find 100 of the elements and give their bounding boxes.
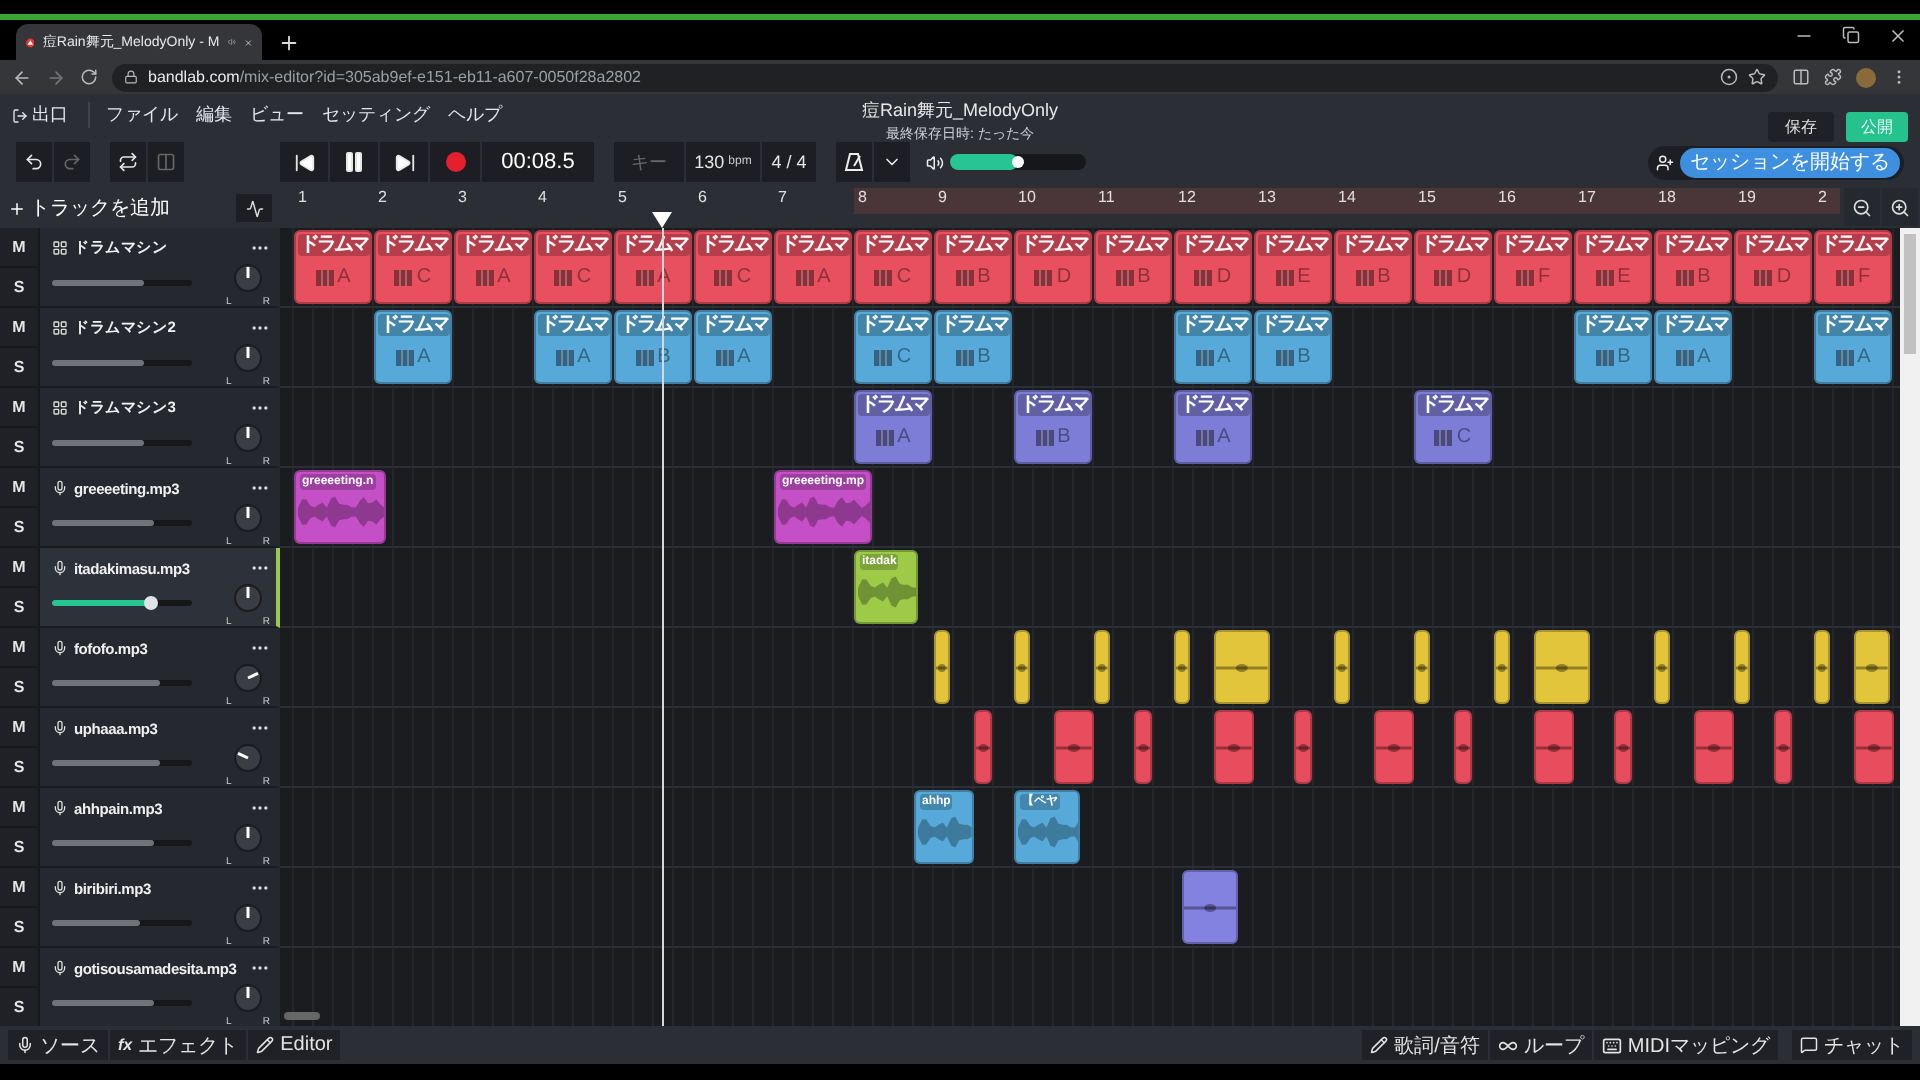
drum-pattern-clip[interactable]: ドラムマ B: [934, 310, 1012, 384]
mute-button[interactable]: M: [0, 948, 38, 988]
volume-slider[interactable]: [52, 760, 192, 766]
pan-knob[interactable]: [232, 982, 264, 1014]
menu-item[interactable]: セッティング: [322, 102, 430, 128]
zoom-in-button[interactable]: [1882, 188, 1918, 226]
mute-button[interactable]: M: [0, 468, 38, 508]
drum-pattern-clip[interactable]: ドラムマ F: [1494, 230, 1572, 304]
mute-button[interactable]: M: [0, 388, 38, 428]
drum-pattern-clip[interactable]: ドラムマ B: [1014, 390, 1092, 464]
drum-pattern-clip[interactable]: ドラムマ B: [1334, 230, 1412, 304]
audio-clip[interactable]: [1854, 630, 1890, 704]
mute-button[interactable]: M: [0, 868, 38, 908]
tool-button[interactable]: MIDIマッピング: [1593, 1030, 1778, 1060]
reload-icon[interactable]: [80, 68, 98, 86]
zoom-out-button[interactable]: [1844, 188, 1880, 226]
mute-button[interactable]: M: [0, 308, 38, 348]
panel-tab[interactable]: ソース: [8, 1030, 108, 1060]
scrollbar[interactable]: [284, 1012, 320, 1020]
drum-pattern-clip[interactable]: ドラムマ A: [774, 230, 852, 304]
puzzle-icon[interactable]: [1824, 68, 1842, 86]
mute-button[interactable]: M: [0, 228, 38, 268]
tool-button[interactable]: 歌詞/音符: [1362, 1030, 1488, 1060]
drum-pattern-clip[interactable]: ドラムマ B: [1094, 230, 1172, 304]
undo-button[interactable]: [16, 142, 52, 182]
mute-button[interactable]: M: [0, 708, 38, 748]
drum-pattern-clip[interactable]: ドラムマ A: [694, 310, 772, 384]
volume-slider[interactable]: [52, 840, 192, 846]
pan-knob[interactable]: [232, 422, 264, 454]
metronome-button[interactable]: [836, 142, 872, 182]
tool-button[interactable]: ループ: [1489, 1030, 1592, 1060]
loop-button[interactable]: [110, 142, 146, 182]
drum-pattern-clip[interactable]: ドラムマ C: [694, 230, 772, 304]
pan-knob[interactable]: [232, 902, 264, 934]
bookmark-icon[interactable]: [1748, 68, 1766, 86]
audio-clip[interactable]: [1494, 630, 1510, 704]
drum-pattern-clip[interactable]: ドラムマ B: [1574, 310, 1652, 384]
add-user-icon[interactable]: [1656, 153, 1674, 171]
drum-pattern-clip[interactable]: ドラムマ D: [1414, 230, 1492, 304]
drum-pattern-clip[interactable]: ドラムマ F: [1814, 230, 1892, 304]
master-volume-slider[interactable]: [950, 154, 1086, 170]
exit-button[interactable]: 出口: [12, 102, 90, 128]
speaker-icon[interactable]: [227, 34, 236, 50]
audio-clip[interactable]: [1414, 630, 1430, 704]
record-button[interactable]: [430, 142, 480, 182]
drum-pattern-clip[interactable]: ドラムマ C: [534, 230, 612, 304]
mute-button[interactable]: M: [0, 628, 38, 668]
audio-clip[interactable]: [1094, 630, 1110, 704]
pan-knob[interactable]: [232, 742, 264, 774]
target-icon[interactable]: [1720, 68, 1738, 86]
volume-slider[interactable]: [52, 520, 192, 526]
drum-pattern-clip[interactable]: ドラムマ A: [294, 230, 372, 304]
audio-clip[interactable]: [1734, 630, 1750, 704]
volume-slider[interactable]: [52, 280, 192, 286]
drum-pattern-clip[interactable]: ドラムマ E: [1254, 230, 1332, 304]
menu-item[interactable]: ビュー: [250, 102, 304, 128]
drum-pattern-clip[interactable]: ドラムマ C: [374, 230, 452, 304]
back-icon[interactable]: [12, 67, 32, 87]
automation-button[interactable]: [236, 194, 272, 222]
time-signature-button[interactable]: 4 / 4: [762, 142, 816, 182]
address-bar[interactable]: bandlab.com/mix-editor?id=305ab9ef-e151-eb11-a607-0050f28a2802: [112, 63, 1778, 91]
scrollbar[interactable]: [1904, 234, 1916, 354]
drum-pattern-clip[interactable]: ドラムマ D: [1174, 230, 1252, 304]
drum-pattern-clip[interactable]: ドラムマ B: [1254, 310, 1332, 384]
audio-clip[interactable]: [1014, 630, 1030, 704]
audio-clip[interactable]: [974, 710, 993, 784]
audio-clip[interactable]: [1214, 630, 1270, 704]
drum-pattern-clip[interactable]: ドラムマ C: [854, 310, 932, 384]
menu-item[interactable]: 編集: [196, 102, 232, 128]
audio-clip[interactable]: [1182, 870, 1239, 944]
close-icon[interactable]: [1888, 26, 1908, 46]
skip-forward-button[interactable]: [380, 142, 428, 182]
volume-slider[interactable]: [52, 440, 192, 446]
drum-pattern-clip[interactable]: ドラムマ A: [454, 230, 532, 304]
drum-pattern-clip[interactable]: ドラムマ B: [1654, 230, 1732, 304]
menu-item[interactable]: ファイル: [106, 102, 178, 128]
drum-pattern-clip[interactable]: ドラムマ A: [1174, 310, 1252, 384]
audio-clip[interactable]: [1854, 710, 1894, 784]
audio-clip[interactable]: [1214, 710, 1254, 784]
volume-slider[interactable]: [52, 600, 192, 606]
mute-button[interactable]: M: [0, 788, 38, 828]
audio-clip[interactable]: [1614, 710, 1633, 784]
drum-pattern-clip[interactable]: ドラムマ A: [374, 310, 452, 384]
drum-pattern-clip[interactable]: ドラムマ A: [1654, 310, 1732, 384]
pause-button[interactable]: [330, 142, 378, 182]
audio-clip[interactable]: [1054, 710, 1094, 784]
audio-clip[interactable]: [1814, 630, 1830, 704]
drum-pattern-clip[interactable]: ドラムマ A: [1174, 390, 1252, 464]
drum-pattern-clip[interactable]: ドラムマ D: [1014, 230, 1092, 304]
audio-clip[interactable]: [1694, 710, 1734, 784]
audio-clip[interactable]: [1774, 710, 1793, 784]
pan-knob[interactable]: [232, 342, 264, 374]
audio-clip[interactable]: [1334, 630, 1350, 704]
panel-tab[interactable]: fx エフェクト: [110, 1030, 247, 1060]
drum-pattern-clip[interactable]: ドラムマ A: [1814, 310, 1892, 384]
window-icon[interactable]: [1792, 68, 1810, 86]
menu-item[interactable]: ヘルプ: [448, 102, 502, 128]
volume-slider[interactable]: [52, 1000, 192, 1006]
drum-pattern-clip[interactable]: ドラムマ E: [1574, 230, 1652, 304]
audio-clip[interactable]: [1134, 710, 1153, 784]
